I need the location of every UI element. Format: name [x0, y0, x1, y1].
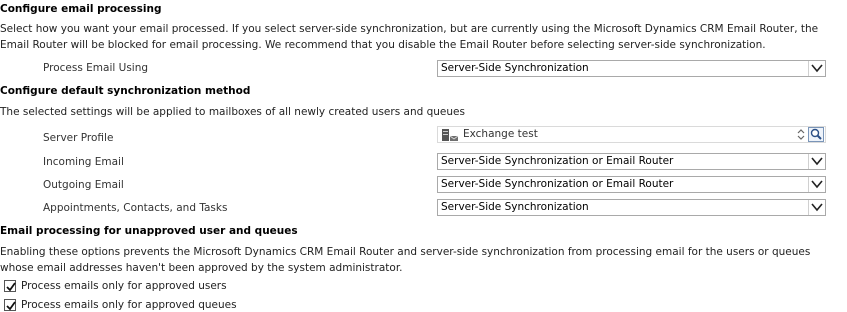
outgoing-email-select[interactable]: Server-Side Synchronization or Email Rou… [437, 176, 826, 193]
chevron-down-icon[interactable] [808, 61, 825, 76]
spinner-icon[interactable] [796, 127, 806, 142]
outgoing-email-label: Outgoing Email [43, 179, 124, 191]
process-email-select[interactable]: Server-Side Synchronization [437, 60, 826, 77]
email-processing-description: Select how you want your email processed… [0, 23, 819, 51]
outgoing-email-value: Server-Side Synchronization or Email Rou… [441, 178, 674, 190]
section-title-sync-method: Configure default synchronization method [0, 85, 251, 97]
chevron-down-icon[interactable] [808, 177, 825, 192]
incoming-email-select[interactable]: Server-Side Synchronization or Email Rou… [437, 153, 826, 170]
process-email-value: Server-Side Synchronization [441, 62, 589, 74]
server-profile-lookup[interactable]: Exchange test [437, 126, 826, 143]
process-email-label: Process Email Using [43, 62, 149, 74]
server-profile-value[interactable]: Exchange test [463, 128, 538, 140]
appointments-label: Appointments, Contacts, and Tasks [43, 202, 228, 214]
incoming-email-value: Server-Side Synchronization or Email Rou… [441, 155, 674, 167]
server-profile-label: Server Profile [43, 132, 114, 144]
approved-queues-checkbox[interactable] [4, 299, 16, 311]
exchange-server-icon [442, 129, 459, 141]
checkmark-icon [6, 282, 16, 292]
section-title-email-processing: Configure email processing [0, 3, 162, 15]
checkmark-icon [6, 301, 16, 311]
chevron-down-icon[interactable] [808, 200, 825, 215]
appointments-select[interactable]: Server-Side Synchronization [437, 199, 826, 216]
approved-users-label[interactable]: Process emails only for approved users [21, 280, 227, 292]
unapproved-description: Enabling these options prevents the Micr… [0, 246, 811, 274]
approved-users-checkbox[interactable] [4, 280, 16, 292]
appointments-value: Server-Side Synchronization [441, 201, 589, 213]
chevron-down-icon[interactable] [808, 154, 825, 169]
section-title-unapproved: Email processing for unapproved user and… [0, 225, 298, 237]
magnifier-icon[interactable] [808, 127, 824, 142]
incoming-email-label: Incoming Email [43, 156, 124, 168]
sync-method-description: The selected settings will be applied to… [0, 106, 465, 118]
approved-queues-label[interactable]: Process emails only for approved queues [21, 299, 237, 311]
